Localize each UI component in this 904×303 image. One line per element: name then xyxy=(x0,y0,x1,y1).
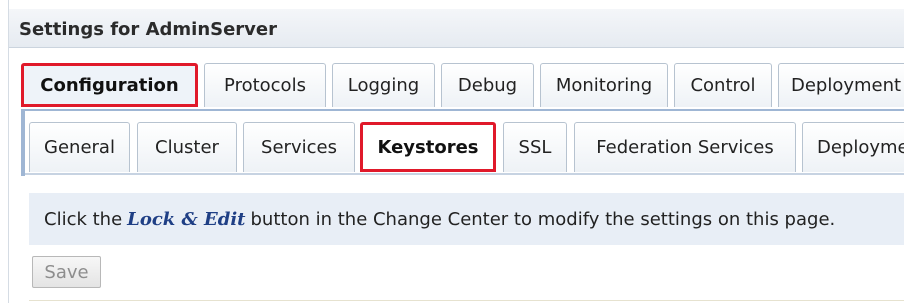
panel-accent-bar xyxy=(21,111,25,176)
subtab-ssl[interactable]: SSL xyxy=(503,122,567,172)
tab-deployment[interactable]: Deployment xyxy=(778,63,904,107)
tab-control[interactable]: Control xyxy=(674,63,772,107)
tab-logging[interactable]: Logging xyxy=(332,63,435,107)
bottom-divider xyxy=(29,300,904,301)
subtab-federation-services[interactable]: Federation Services xyxy=(574,122,796,172)
subtab-general[interactable]: General xyxy=(29,122,130,172)
subtab-deployment[interactable]: Deployme xyxy=(802,122,904,172)
settings-title-bar: Settings for AdminServer xyxy=(9,9,904,48)
info-text-before: Click the xyxy=(44,208,123,230)
tab-configuration[interactable]: Configuration xyxy=(21,63,198,107)
info-text-after: button in the Change Center to modify th… xyxy=(250,208,836,230)
save-button[interactable]: Save xyxy=(32,256,101,288)
subtab-cluster[interactable]: Cluster xyxy=(137,122,237,172)
main-tab-bar: Configuration Protocols Logging Debug Mo… xyxy=(21,63,904,110)
sub-tab-divider xyxy=(25,173,904,175)
subtab-keystores[interactable]: Keystores xyxy=(360,122,496,172)
subtab-services[interactable]: Services xyxy=(243,122,355,172)
sub-tab-bar: General Cluster Services Keystores SSL F… xyxy=(29,122,904,174)
tab-monitoring[interactable]: Monitoring xyxy=(540,63,668,107)
page-title: Settings for AdminServer xyxy=(19,19,277,40)
tab-protocols[interactable]: Protocols xyxy=(204,63,326,107)
lock-edit-emphasis: Lock & Edit xyxy=(127,208,246,230)
lock-edit-info-message: Click the Lock & Edit button in the Chan… xyxy=(29,193,904,245)
tab-debug[interactable]: Debug xyxy=(441,63,534,107)
